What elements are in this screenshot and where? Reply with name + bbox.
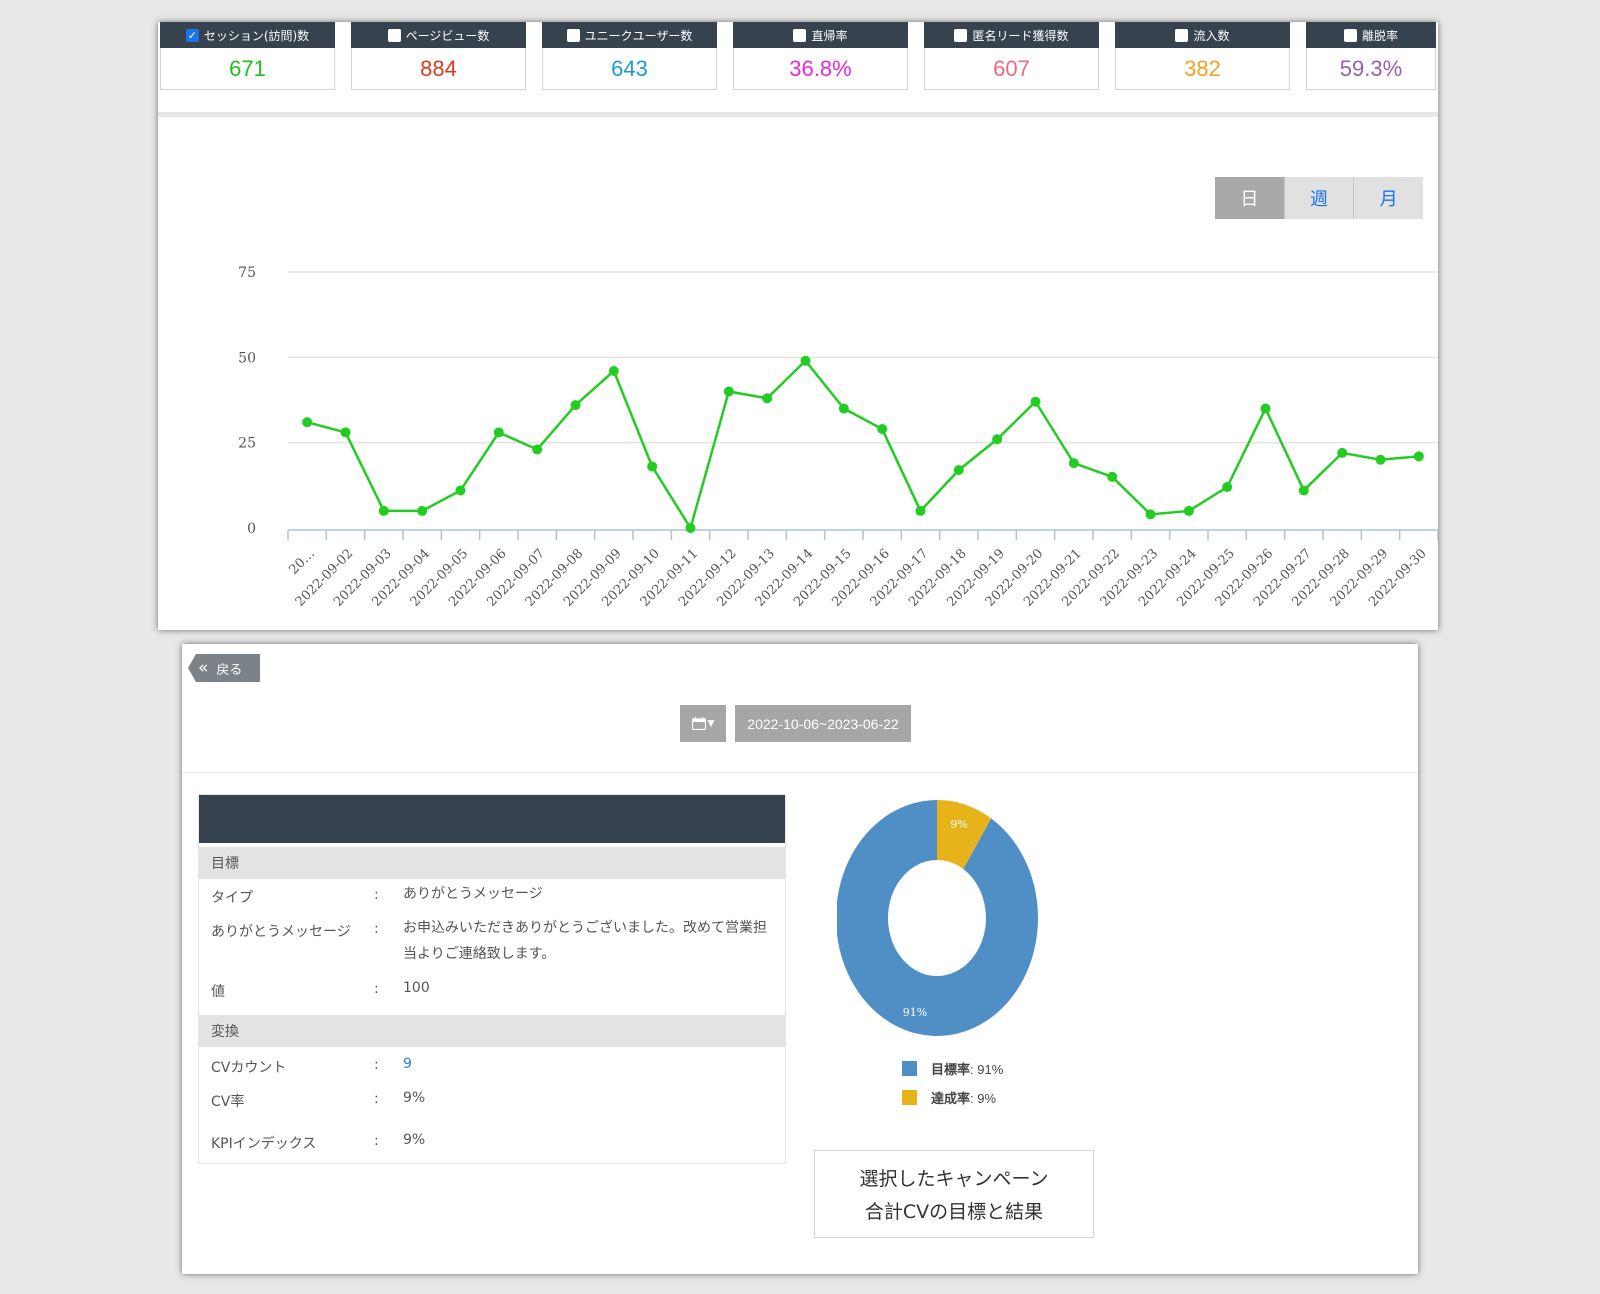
data-point bbox=[992, 434, 1003, 445]
row-key: CV率 bbox=[211, 1094, 245, 1110]
y-tick-label: 50 bbox=[238, 350, 256, 366]
data-point bbox=[1337, 447, 1348, 458]
goal-donut-chart: 91% 9% bbox=[837, 800, 1038, 1036]
data-point bbox=[877, 424, 888, 435]
double-chevron-left-icon: « bbox=[198, 657, 209, 678]
data-point bbox=[1068, 458, 1079, 469]
session-line-chart: 025507520…2022-09-022022-09-032022-09-04… bbox=[238, 265, 1438, 610]
caption-line-2: 合計CVの目標と結果 bbox=[864, 1201, 1044, 1223]
data-point bbox=[1030, 396, 1041, 407]
legend-swatch bbox=[902, 1090, 917, 1105]
row-key: 値 bbox=[211, 984, 225, 1000]
donut-caption-box: 選択したキャンペーン 合計CVの目標と結果 bbox=[814, 1150, 1094, 1238]
data-point bbox=[953, 464, 964, 475]
cv-count-link[interactable]: 9 bbox=[403, 1051, 775, 1077]
row-value: お申込みいただきありがとうございました。改めて営業担当よりご連絡致します。 bbox=[403, 920, 767, 962]
data-point bbox=[1222, 482, 1233, 493]
row-colon: : bbox=[374, 981, 379, 997]
data-point bbox=[532, 444, 543, 455]
row-value: 100 bbox=[403, 980, 430, 996]
legend-item-achievement-rate: 達成率: 9% bbox=[902, 1083, 1003, 1112]
back-button[interactable]: « 戻る bbox=[188, 654, 260, 682]
section-goal-header: 目標 bbox=[199, 847, 785, 879]
section-conversion-header: 変換 bbox=[199, 1015, 785, 1047]
data-point bbox=[838, 403, 849, 414]
legend-label: 達成率 bbox=[931, 1092, 971, 1107]
row-colon: : bbox=[374, 1057, 379, 1073]
campaign-result-panel: « 戻る ▼ 2022-10-06~2023-06-22 目標 タイプ : あり… bbox=[182, 644, 1418, 1274]
data-point bbox=[455, 485, 466, 496]
row-colon: : bbox=[374, 1091, 379, 1107]
panel-divider bbox=[182, 772, 1418, 773]
date-range-field[interactable]: 2022-10-06~2023-06-22 bbox=[735, 705, 911, 742]
data-point bbox=[1298, 485, 1309, 496]
info-row-value: 値 : 100 bbox=[199, 980, 785, 1011]
row-colon: : bbox=[374, 1133, 379, 1149]
y-tick-label: 0 bbox=[247, 521, 256, 537]
donut-slice-label: 91% bbox=[903, 1006, 927, 1019]
data-point bbox=[1413, 451, 1424, 462]
data-point bbox=[1260, 403, 1271, 414]
row-key: ありがとうメッセージ bbox=[211, 924, 351, 940]
data-point bbox=[762, 393, 773, 404]
row-key: タイプ bbox=[211, 890, 253, 906]
row-key: CVカウント bbox=[211, 1060, 287, 1076]
caret-down-icon: ▼ bbox=[707, 718, 715, 729]
donut-slice-label: 9% bbox=[950, 818, 967, 831]
data-point bbox=[570, 400, 581, 411]
legend-value: : 9% bbox=[970, 1091, 997, 1106]
calendar-dropdown-button[interactable]: ▼ bbox=[680, 705, 726, 742]
row-key: KPIインデックス bbox=[211, 1136, 317, 1152]
row-value: ありがとうメッセージ bbox=[403, 886, 543, 902]
y-tick-label: 75 bbox=[238, 265, 256, 281]
data-point bbox=[1107, 471, 1118, 482]
table-header-bar bbox=[199, 795, 785, 843]
data-point bbox=[417, 505, 428, 516]
back-label: 戻る bbox=[216, 662, 243, 678]
row-value: 9% bbox=[403, 1132, 426, 1148]
data-point bbox=[378, 505, 389, 516]
row-colon: : bbox=[374, 887, 379, 903]
legend-item-goal-rate: 目標率: 91% bbox=[902, 1054, 1003, 1083]
info-row-kpi-index: KPIインデックス : 9% bbox=[199, 1132, 785, 1163]
data-point bbox=[302, 417, 313, 428]
data-point bbox=[608, 365, 619, 376]
data-point bbox=[723, 386, 734, 397]
x-tick-label: 20… bbox=[286, 546, 317, 577]
caption-line-1: 選択したキャンペーン bbox=[859, 1168, 1049, 1190]
y-tick-label: 25 bbox=[238, 436, 256, 452]
legend-label: 目標率 bbox=[931, 1063, 971, 1078]
donut-legend: 目標率: 91% 達成率: 9% bbox=[902, 1054, 1003, 1112]
series-line bbox=[306, 358, 1419, 532]
data-point bbox=[1145, 509, 1156, 520]
data-point bbox=[915, 505, 926, 516]
data-point bbox=[647, 461, 658, 472]
row-colon: : bbox=[374, 921, 379, 937]
data-point bbox=[1183, 505, 1194, 516]
data-point bbox=[800, 355, 811, 366]
calendar-icon bbox=[691, 717, 706, 730]
legend-value: : 91% bbox=[970, 1062, 1004, 1077]
info-row-thanks-message: ありがとうメッセージ : お申込みいただきありがとうございました。改めて営業担当… bbox=[199, 920, 785, 981]
analytics-chart-panel: セッション(訪問)数 671 ページビュー数 884 ユニークユーザー数 643… bbox=[158, 22, 1438, 630]
data-point bbox=[685, 523, 696, 533]
row-value: 9% bbox=[403, 1090, 426, 1106]
data-point bbox=[340, 427, 351, 438]
data-point bbox=[493, 427, 504, 438]
legend-swatch bbox=[902, 1061, 917, 1076]
goal-info-table: 目標 タイプ : ありがとうメッセージ ありがとうメッセージ : お申込みいただ… bbox=[198, 794, 786, 1164]
data-point bbox=[1375, 454, 1386, 465]
